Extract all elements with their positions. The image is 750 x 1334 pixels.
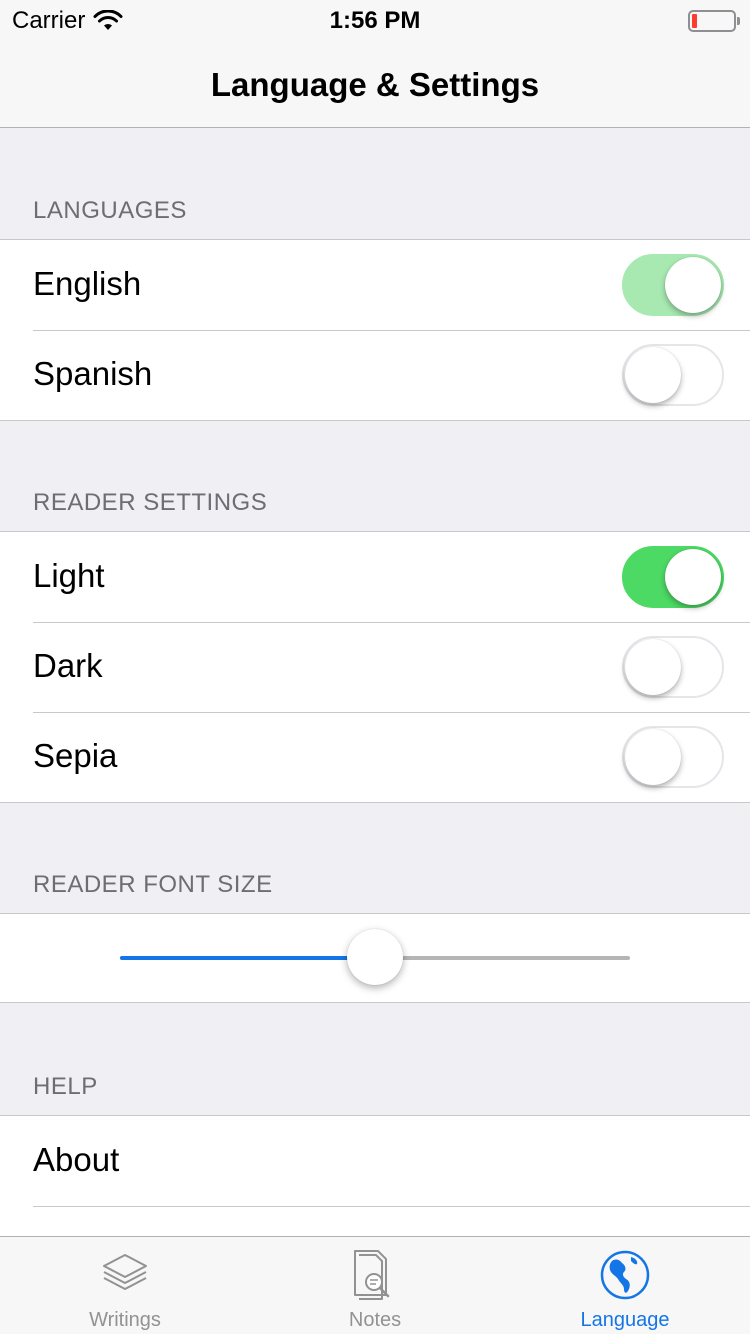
globe-icon <box>600 1250 650 1300</box>
help-row-about[interactable]: About <box>0 1116 750 1206</box>
row-label: Spanish <box>33 355 153 392</box>
sepia-toggle[interactable] <box>622 726 724 788</box>
status-time: 1:56 PM <box>329 7 421 34</box>
battery-level <box>692 14 697 28</box>
theme-row-sepia: Sepia <box>0 712 750 802</box>
toggle-knob <box>665 257 721 313</box>
tab-bar: Writings Notes Language <box>0 1236 750 1334</box>
tab-language[interactable]: Language <box>500 1237 750 1334</box>
status-bar: Carrier 1:56 PM <box>0 0 750 40</box>
languages-group: English Spanish <box>0 239 750 421</box>
toggle-knob <box>625 729 681 785</box>
row-label: Dark <box>33 647 103 684</box>
tab-label: Writings <box>89 1309 161 1331</box>
toggle-knob <box>665 549 721 605</box>
note-search-icon <box>354 1250 390 1300</box>
row-label: About <box>33 1141 120 1178</box>
toggle-knob <box>625 639 681 695</box>
section-header-reader-font-size: READER FONT SIZE <box>33 871 273 898</box>
section-header-languages: LANGUAGES <box>33 197 187 224</box>
row-label: English <box>33 265 142 302</box>
dark-toggle[interactable] <box>622 636 724 698</box>
navigation-bar: Language & Settings <box>0 40 750 128</box>
slider-fill <box>120 956 375 960</box>
battery-icon <box>688 10 740 32</box>
row-label: Light <box>33 557 105 594</box>
page-title: Language & Settings <box>210 66 540 103</box>
font-size-group <box>0 913 750 1003</box>
layers-icon <box>103 1254 147 1290</box>
tab-label: Notes <box>348 1309 402 1331</box>
reader-settings-group: Light Dark Sepia <box>0 531 750 803</box>
toggle-knob <box>625 347 681 403</box>
tab-notes[interactable]: Notes <box>250 1237 500 1334</box>
tab-writings[interactable]: Writings <box>0 1237 250 1334</box>
language-row-english: English <box>0 240 750 330</box>
spanish-toggle[interactable] <box>622 344 724 406</box>
theme-row-light: Light <box>0 532 750 622</box>
language-row-spanish: Spanish <box>0 330 750 420</box>
font-size-slider[interactable] <box>120 929 630 985</box>
theme-row-dark: Dark <box>0 622 750 712</box>
section-header-reader-settings: READER SETTINGS <box>33 489 268 516</box>
tab-label: Language <box>580 1309 670 1331</box>
section-header-help: HELP <box>33 1073 98 1100</box>
slider-thumb[interactable] <box>347 929 403 985</box>
row-label: Sepia <box>33 737 118 774</box>
help-group: About <box>0 1115 750 1255</box>
light-toggle[interactable] <box>622 546 724 608</box>
english-toggle[interactable] <box>622 254 724 316</box>
